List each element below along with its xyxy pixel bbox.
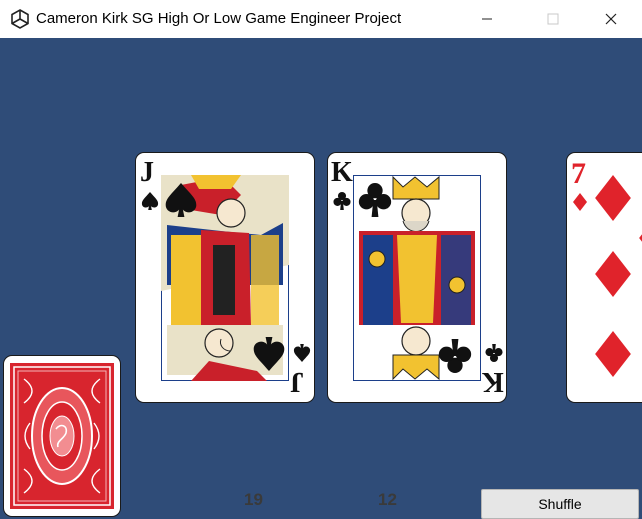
minimize-icon — [482, 18, 492, 20]
diamond-pip-icon — [595, 331, 631, 377]
card-rank-bottom: K — [482, 366, 504, 397]
card-rank-bottom: J — [290, 366, 304, 397]
title-bar: Cameron Kirk SG High Or Low Game Enginee… — [0, 0, 642, 38]
club-icon-bottom — [485, 344, 503, 362]
card-king-of-clubs[interactable]: K K — [327, 152, 507, 403]
window-title: Cameron Kirk SG High Or Low Game Enginee… — [36, 10, 402, 27]
maximize-button[interactable] — [530, 0, 576, 38]
club-icon — [333, 192, 351, 210]
close-button[interactable] — [588, 0, 634, 38]
diamond-pip-icon — [595, 251, 631, 297]
card-rank: J — [140, 157, 154, 188]
shuffle-button[interactable]: Shuffle — [481, 489, 639, 519]
score-counter-left: 19 — [244, 490, 263, 509]
maximize-icon — [547, 13, 559, 25]
diamond-icon — [573, 193, 587, 211]
club-large-icon — [358, 183, 392, 217]
unity-logo-icon — [11, 9, 29, 29]
diamond-pip-icon — [595, 175, 631, 221]
card-seven-of-diamonds[interactable]: 7 — [566, 152, 642, 403]
close-icon — [605, 13, 617, 25]
deck-card-back[interactable] — [3, 355, 121, 517]
card-rank: 7 — [571, 157, 586, 190]
spade-icon — [141, 192, 159, 210]
club-large-icon-bottom — [438, 339, 472, 373]
minimize-button[interactable] — [464, 0, 510, 38]
game-table: J J K K 7 19 12 Shuffle — [0, 38, 642, 519]
card-rank: K — [331, 157, 353, 188]
score-counter-right: 12 — [378, 490, 397, 509]
spade-large-icon-bottom — [253, 337, 285, 371]
spade-icon-bottom — [293, 344, 311, 362]
card-jack-of-spades[interactable]: J J — [135, 152, 315, 403]
spade-large-icon — [165, 183, 197, 217]
card-back-icon — [10, 363, 114, 509]
